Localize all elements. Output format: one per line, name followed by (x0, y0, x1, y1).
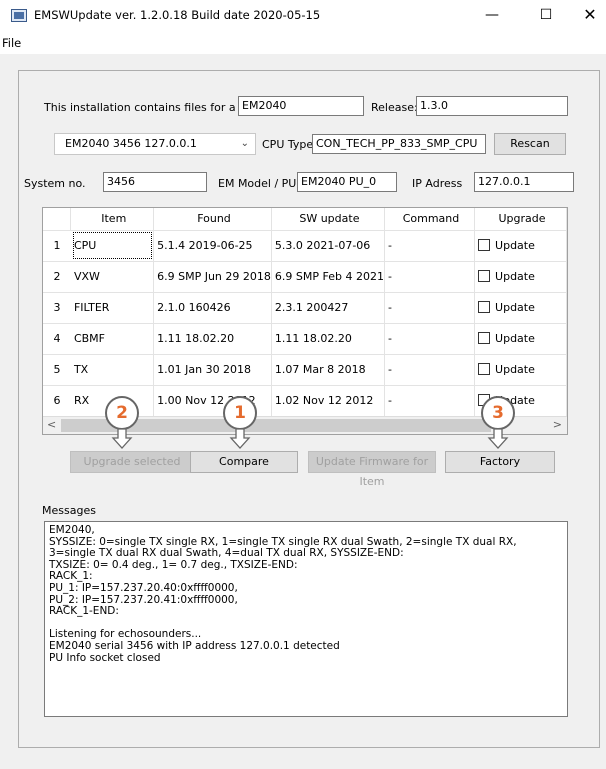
maximize-button[interactable]: ☐ (524, 0, 568, 30)
menu-file[interactable]: File (2, 36, 21, 50)
cell-sw-update[interactable]: 1.07 Mar 8 2018 (271, 354, 385, 386)
cell-command[interactable]: - (384, 261, 476, 293)
table-row[interactable]: 1 CPU 5.1.4 2019-06-25 5.3.0 2021-07-06 … (43, 230, 567, 262)
title-bar: EMSWUpdate ver. 1.2.0.18 Build date 2020… (0, 0, 606, 32)
system-no-field[interactable]: 3456 (103, 172, 207, 192)
callout-3: 3 (481, 396, 515, 430)
installation-model-field[interactable]: EM2040 (238, 96, 364, 116)
row-number: 6 (43, 385, 71, 417)
scroll-left-arrow-icon[interactable]: < (47, 418, 56, 431)
cell-upgrade[interactable]: Update (474, 292, 567, 324)
scroll-right-arrow-icon[interactable]: > (553, 418, 562, 431)
cpu-type-field[interactable]: CON_TECH_PP_833_SMP_CPU (312, 134, 486, 154)
window-title: EMSWUpdate ver. 1.2.0.18 Build date 2020… (34, 8, 321, 22)
table-row[interactable]: 4 CBMF 1.11 18.02.20 1.11 18.02.20 - Upd… (43, 323, 567, 355)
column-header-sw-update[interactable]: SW update (271, 208, 385, 231)
compare-button[interactable]: Compare (190, 451, 298, 473)
cell-upgrade[interactable]: Update (474, 323, 567, 355)
cpu-type-label: CPU Type (262, 138, 314, 151)
ip-address-field[interactable]: 127.0.0.1 (474, 172, 574, 192)
row-number: 1 (43, 230, 71, 262)
row-number: 2 (43, 261, 71, 293)
cell-item[interactable]: FILTER (70, 292, 155, 324)
cell-sw-update[interactable]: 1.02 Nov 12 2012 (271, 385, 385, 417)
release-label: Release: (371, 101, 418, 114)
row-number: 3 (43, 292, 71, 324)
column-header-upgrade[interactable]: Upgrade (474, 208, 567, 231)
upgrade-selected-button[interactable]: Upgrade selected (70, 451, 194, 473)
update-checkbox[interactable] (478, 301, 491, 313)
update-checkbox-label: Update (495, 239, 535, 252)
table-row[interactable]: 3 FILTER 2.1.0 160426 2.3.1 200427 - Upd… (43, 292, 567, 324)
cell-command[interactable]: - (384, 230, 476, 262)
update-checkbox-label: Update (495, 301, 535, 314)
column-header-found[interactable]: Found (153, 208, 272, 231)
row-number: 4 (43, 323, 71, 355)
cell-found[interactable]: 2.1.0 160426 (153, 292, 272, 324)
update-checkbox-label: Update (495, 363, 535, 376)
rescan-button[interactable]: Rescan (494, 133, 566, 155)
table-row[interactable]: 5 TX 1.01 Jan 30 2018 1.07 Mar 8 2018 - … (43, 354, 567, 386)
cell-command[interactable]: - (384, 354, 476, 386)
messages-label: Messages (42, 504, 96, 517)
row-number-header (43, 208, 72, 231)
cell-found[interactable]: 1.01 Jan 30 2018 (153, 354, 272, 386)
app-icon (11, 9, 27, 22)
update-checkbox[interactable] (478, 270, 491, 282)
column-header-command[interactable]: Command (384, 208, 476, 231)
ip-address-label: IP Adress (412, 177, 463, 190)
cell-sw-update[interactable]: 5.3.0 2021-07-06 (271, 230, 385, 262)
callout-1: 1 (223, 396, 257, 430)
row-number: 5 (43, 354, 71, 386)
cell-found[interactable]: 5.1.4 2019-06-25 (153, 230, 272, 262)
callout-1-arrow-icon (229, 428, 251, 449)
installation-label: This installation contains files for a (44, 101, 236, 114)
cell-upgrade[interactable]: Update (474, 354, 567, 386)
cell-command[interactable]: - (384, 385, 476, 417)
update-checkbox[interactable] (478, 363, 491, 375)
device-select-value: EM2040 3456 127.0.0.1 (65, 137, 197, 150)
update-checkbox[interactable] (478, 239, 491, 251)
callout-2-arrow-icon (111, 428, 133, 449)
cell-item[interactable]: VXW (70, 261, 155, 293)
cell-command[interactable]: - (384, 292, 476, 324)
em-model-field[interactable]: EM2040 PU_0 (297, 172, 397, 192)
messages-box[interactable]: EM2040, SYSSIZE: 0=single TX single RX, … (44, 521, 568, 717)
table-row[interactable]: 2 VXW 6.9 SMP Jun 29 2018 6.9 SMP Feb 4 … (43, 261, 567, 293)
minimize-button[interactable]: — (470, 0, 514, 30)
system-no-label: System no. (24, 177, 86, 190)
cell-sw-update[interactable]: 6.9 SMP Feb 4 2021 (271, 261, 385, 293)
update-checkbox-label: Update (495, 332, 535, 345)
cell-sw-update[interactable]: 2.3.1 200427 (271, 292, 385, 324)
update-checkbox-label: Update (495, 270, 535, 283)
cell-item[interactable]: CBMF (70, 323, 155, 355)
callout-2: 2 (105, 396, 139, 430)
cell-command[interactable]: - (384, 323, 476, 355)
column-header-item[interactable]: Item (70, 208, 155, 231)
cell-item[interactable]: TX (70, 354, 155, 386)
cell-upgrade[interactable]: Update (474, 261, 567, 293)
cell-sw-update[interactable]: 1.11 18.02.20 (271, 323, 385, 355)
device-select[interactable]: EM2040 3456 127.0.0.1 ⌄ (54, 133, 256, 155)
update-checkbox[interactable] (478, 332, 491, 344)
firmware-table: Item Found SW update Command Upgrade 1 C… (43, 208, 567, 417)
factory-button[interactable]: Factory (445, 451, 555, 473)
cell-upgrade[interactable]: Update (474, 230, 567, 262)
em-model-label: EM Model / PU# (218, 177, 306, 190)
chevron-down-icon: ⌄ (240, 138, 249, 149)
callout-3-arrow-icon (487, 428, 509, 449)
close-button[interactable]: ✕ (568, 0, 606, 30)
cell-item[interactable]: CPU (70, 230, 155, 262)
cell-found[interactable]: 6.9 SMP Jun 29 2018 (153, 261, 272, 293)
release-field[interactable]: 1.3.0 (416, 96, 568, 116)
cell-found[interactable]: 1.11 18.02.20 (153, 323, 272, 355)
menu-bar: File (0, 32, 606, 54)
update-firmware-button[interactable]: Update Firmware for Item (308, 451, 436, 488)
